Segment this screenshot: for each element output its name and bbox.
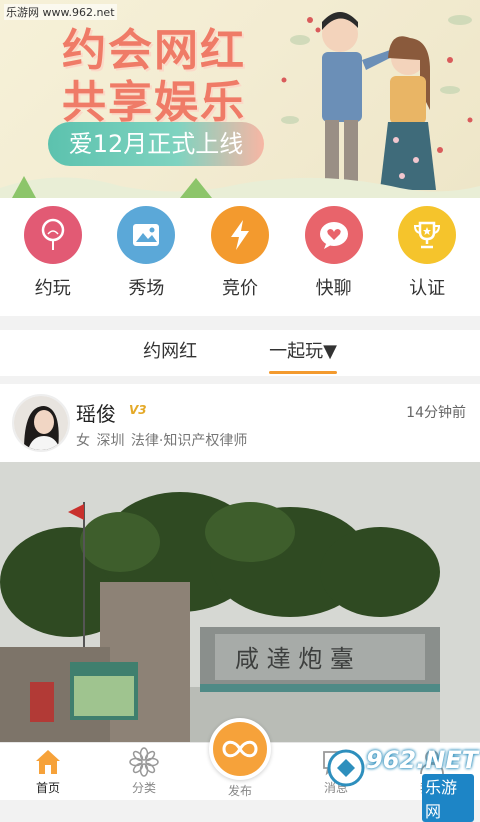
promo-banner[interactable]: 乐游网 www.962.net 约会网红 共享娱乐 爱12月正式上线: [0, 0, 480, 198]
watermark-cn: 乐游网: [422, 774, 474, 822]
category-label: 竞价: [221, 278, 258, 299]
category-xiuchang[interactable]: 秀场: [106, 206, 186, 316]
publish-icon: [222, 740, 258, 758]
category-kuailiao[interactable]: 快聊: [294, 206, 374, 316]
category-jingjia[interactable]: 竞价: [200, 206, 280, 316]
flower-icon: [129, 747, 159, 777]
tab-yuewanghong[interactable]: 约网红: [143, 330, 197, 376]
avatar[interactable]: [12, 394, 70, 452]
category-label: 约玩: [34, 278, 71, 299]
watermark-bottom: 962.NET 乐游网: [326, 744, 478, 822]
nav-category[interactable]: 分类: [96, 743, 192, 800]
feed-tabs: 约网红 一起玩▼: [0, 330, 480, 376]
home-icon: [36, 750, 60, 774]
image-icon: [117, 206, 176, 264]
post-timestamp: 14分钟前: [406, 405, 466, 421]
category-renzheng[interactable]: 认证: [387, 206, 467, 316]
svg-text:咸 達 炮 臺: 咸 達 炮 臺: [235, 645, 354, 673]
lightning-icon: [210, 206, 269, 264]
watermark-logo-icon: [327, 749, 365, 787]
user-name[interactable]: 瑶俊: [76, 398, 116, 427]
category-label: 快聊: [315, 278, 352, 299]
trophy-icon: [398, 206, 457, 264]
banner-title-line2: 共享娱乐: [62, 77, 246, 128]
nav-label: 首页: [35, 781, 60, 795]
banner-grass-decoration: [0, 176, 480, 198]
category-label: 秀场: [128, 278, 165, 299]
heart-chat-icon: [304, 206, 363, 264]
vip-level-badge: V3: [129, 403, 147, 417]
category-yuewan[interactable]: 约玩: [13, 206, 93, 316]
category-label: 认证: [409, 278, 446, 299]
nav-label: 分类: [131, 781, 156, 795]
tab-yiqiwan[interactable]: 一起玩▼: [269, 330, 337, 376]
watermark-number: 962.NET: [366, 746, 479, 774]
nav-home[interactable]: 首页: [0, 743, 96, 800]
user-meta: 女 深圳 法律·知识产权律师: [76, 433, 248, 449]
post-photo[interactable]: 咸 達 炮 臺: [0, 462, 480, 742]
post-photo-image: 咸 達 炮 臺: [0, 462, 480, 742]
post-header[interactable]: 瑶俊 V3 14分钟前 女 深圳 法律·知识产权律师: [0, 384, 480, 462]
category-row: 约玩 秀场 竞价 快聊 认证: [0, 198, 480, 316]
balloon-icon: [23, 206, 82, 264]
publish-button[interactable]: [209, 718, 271, 780]
